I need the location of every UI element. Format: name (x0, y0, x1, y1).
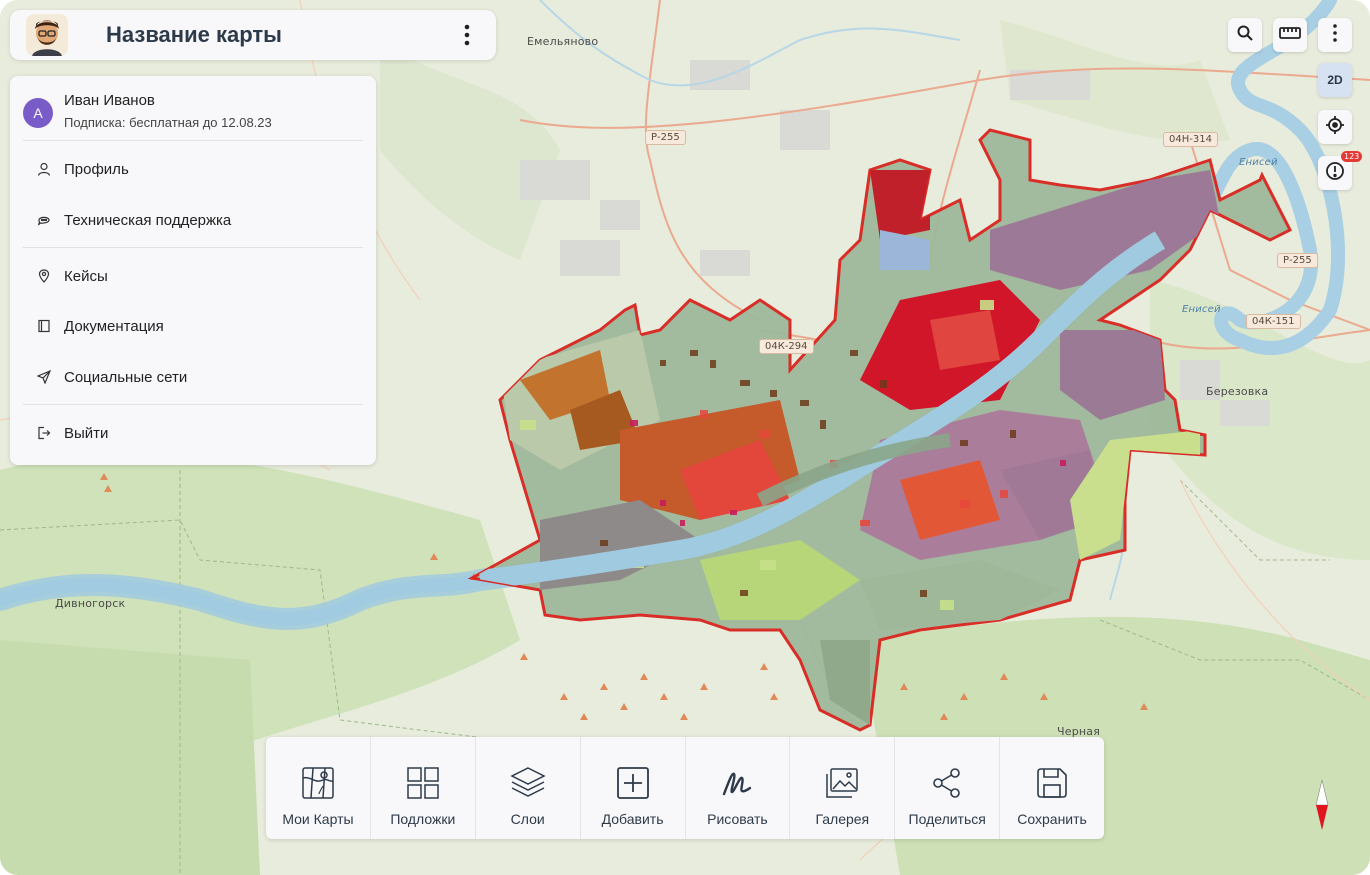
place-label-emelyanovo: Емельяново (527, 35, 599, 48)
add-icon (615, 765, 651, 801)
toolbar-save[interactable]: Сохранить (1000, 737, 1104, 839)
send-icon (36, 369, 52, 385)
toolbar-label: Сохранить (1017, 811, 1087, 827)
menu-item-label: Социальные сети (64, 368, 188, 386)
place-label-divnogorsk: Дивногорск (55, 597, 126, 610)
toolbar-label: Подложки (390, 811, 456, 827)
ruler-icon (1279, 26, 1301, 45)
locate-icon (1325, 115, 1345, 140)
kebab-icon[interactable] (452, 17, 482, 53)
toolbar-my-maps[interactable]: Мои Карты (266, 737, 371, 839)
menu-item-logout[interactable]: Выйти (10, 413, 376, 453)
draw-icon (719, 765, 755, 801)
notifications-badge: 123 (1341, 151, 1363, 162)
menu-item-label: Выйти (64, 424, 109, 442)
toolbar-label: Рисовать (707, 811, 768, 827)
menu-item-label: Профиль (64, 160, 129, 178)
toolbar-gallery[interactable]: Галерея (790, 737, 896, 839)
basemaps-icon (405, 765, 441, 801)
toolbar-label: Добавить (601, 811, 664, 827)
map-view[interactable]: Емельяново Дивногорск Березовка Черная Е… (0, 0, 1370, 875)
avatar-icon[interactable] (26, 14, 68, 56)
map-title-card: Название карты (10, 10, 496, 60)
river-label-yenisei-lower: Енисей (1182, 304, 1221, 315)
chat-icon (36, 212, 52, 228)
toolbar-layers[interactable]: Слои (476, 737, 581, 839)
gallery-icon (824, 765, 860, 801)
toolbar-add[interactable]: Добавить (581, 737, 686, 839)
user-icon (36, 161, 52, 177)
kebab-icon (1333, 23, 1337, 47)
ruler-button[interactable] (1273, 18, 1307, 52)
menu-item-support[interactable]: Техническая поддержка (10, 200, 376, 240)
menu-item-label: Документация (64, 317, 164, 335)
search-button[interactable] (1228, 18, 1262, 52)
my-maps-icon (300, 765, 336, 801)
road-shield-r255-left: Р-255 (645, 130, 686, 145)
menu-item-label: Техническая поддержка (64, 211, 232, 229)
toolbar-label: Поделиться (908, 811, 986, 827)
menu-divider (23, 404, 363, 405)
alert-icon (1325, 161, 1345, 186)
menu-item-label: Кейсы (64, 267, 108, 285)
menu-item-profile[interactable]: Профиль (10, 149, 376, 189)
road-shield-04k294: 04К-294 (759, 339, 814, 354)
menu-divider (23, 140, 363, 141)
search-icon (1236, 24, 1254, 47)
map-title[interactable]: Название карты (106, 22, 452, 48)
user-avatar: А (23, 98, 53, 128)
save-icon (1034, 765, 1070, 801)
more-options-button[interactable] (1318, 18, 1352, 52)
subscription-status: Подписка: бесплатная до 12.08.23 (64, 115, 272, 130)
toolbar-draw[interactable]: Рисовать (686, 737, 791, 839)
logout-icon (36, 425, 52, 441)
map-pin-icon (36, 268, 52, 284)
toolbar-label: Мои Карты (282, 811, 354, 827)
road-shield-04h314: 04Н-314 (1163, 132, 1218, 147)
toolbar-label: Галерея (815, 811, 870, 827)
compass-icon[interactable] (1314, 780, 1330, 830)
locate-button[interactable] (1318, 110, 1352, 144)
view-mode-toggle[interactable]: 2D (1318, 63, 1352, 97)
menu-divider (23, 247, 363, 248)
menu-item-cases[interactable]: Кейсы (10, 256, 376, 296)
menu-item-social[interactable]: Социальные сети (10, 357, 376, 397)
user-name: Иван Иванов (64, 92, 155, 109)
user-info-row: А Иван Иванов Подписка: бесплатная до 12… (23, 92, 272, 130)
place-label-berezovka: Березовка (1206, 385, 1269, 398)
road-shield-r255-right: Р-255 (1277, 253, 1318, 268)
bottom-toolbar: Мои Карты Подложки Слои Добавить Рисоват… (266, 737, 1104, 839)
river-label-yenisei-upper: Енисей (1239, 157, 1278, 168)
toolbar-basemaps[interactable]: Подложки (371, 737, 476, 839)
menu-item-docs[interactable]: Документация (10, 306, 376, 346)
toolbar-share[interactable]: Поделиться (895, 737, 1001, 839)
toolbar-label: Слои (510, 811, 545, 827)
book-icon (36, 318, 52, 334)
road-shield-04k151: 04К-151 (1246, 314, 1301, 329)
layers-icon (510, 765, 546, 801)
user-menu-panel: А Иван Иванов Подписка: бесплатная до 12… (10, 76, 376, 465)
share-icon (929, 765, 965, 801)
